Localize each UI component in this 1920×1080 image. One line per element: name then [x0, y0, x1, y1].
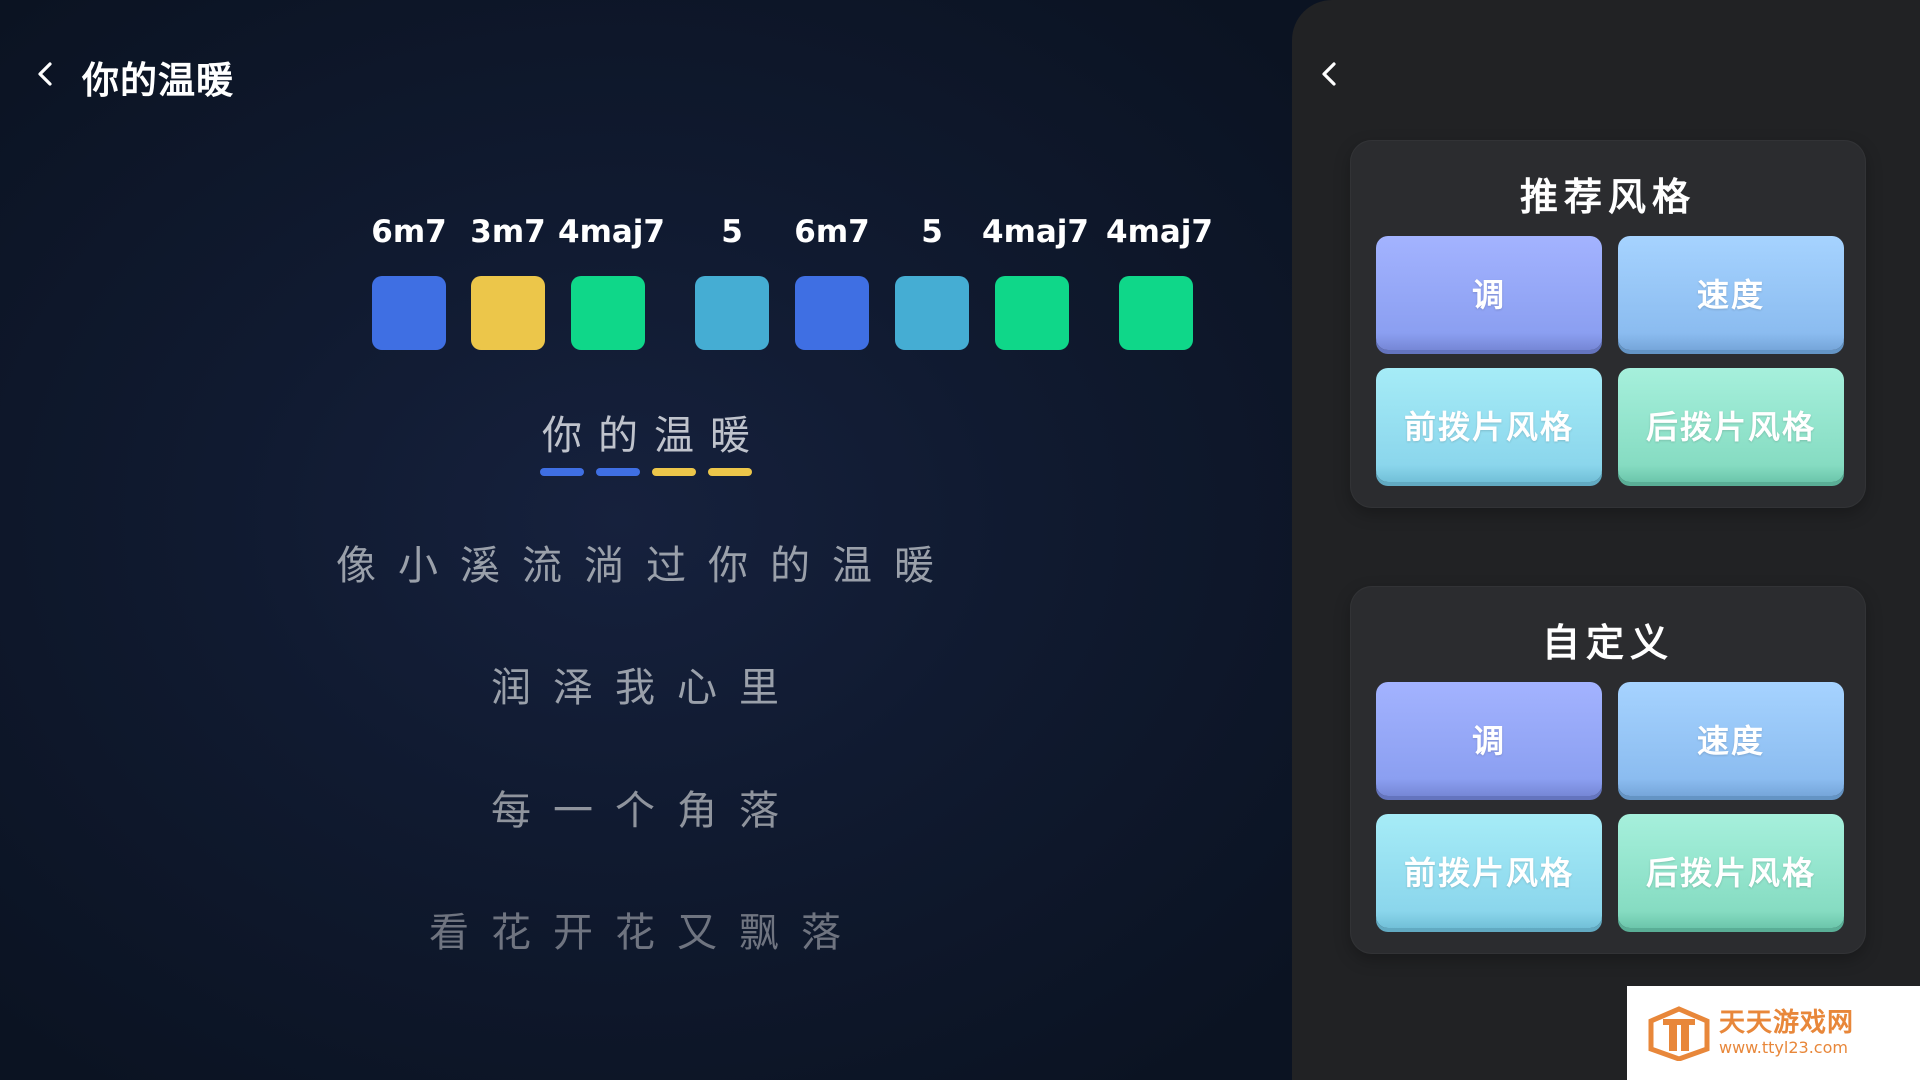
- chord-item: 4maj7: [1106, 210, 1213, 350]
- chord-pad[interactable]: [1119, 276, 1193, 350]
- speed-button[interactable]: 速度: [1618, 682, 1844, 796]
- site-logo-icon: [1648, 1006, 1710, 1061]
- chevron-left-icon: [1322, 62, 1336, 86]
- chevron-left-icon: [38, 62, 52, 86]
- collapse-panel-button[interactable]: [1312, 56, 1348, 92]
- chord-pad[interactable]: [995, 276, 1069, 350]
- chord-row: 6m7 3m7 4maj7 5 6m7 5 4maj7 4maj7: [0, 210, 1292, 350]
- chord-pad[interactable]: [695, 276, 769, 350]
- main-area: 你的温暖 6m7 3m7 4maj7 5 6m7 5 4maj7 4maj7 你的温暖 像小溪…: [0, 0, 1292, 1080]
- front-pick-style-button[interactable]: 前拨片风格: [1376, 368, 1602, 482]
- lyric-line: 像小溪流淌过你的温暖: [336, 543, 956, 589]
- back-button[interactable]: [28, 56, 64, 92]
- chord-item: 4maj7: [558, 210, 665, 350]
- style-side-panel: 推荐风格 调 速度 前拨片风格 后拨片风格 自定义 调 速度 前拨片风格 后拨片…: [1292, 0, 1920, 1080]
- chord-item: 5: [682, 210, 782, 350]
- song-title: 你的温暖: [82, 59, 234, 102]
- card-title: 自定义: [1541, 621, 1674, 665]
- lyric-char: 温: [652, 408, 696, 476]
- chord-pad[interactable]: [372, 276, 446, 350]
- back-pick-style-button[interactable]: 后拨片风格: [1618, 368, 1844, 482]
- chord-label: 4maj7: [982, 214, 1089, 250]
- front-pick-style-button[interactable]: 前拨片风格: [1376, 814, 1602, 928]
- key-button[interactable]: 调: [1376, 236, 1602, 350]
- lyric-line: 润泽我心里: [491, 665, 801, 711]
- lyric-line: 看花开花又飘落: [429, 910, 863, 956]
- chord-item: 5: [882, 210, 982, 350]
- key-button[interactable]: 调: [1376, 682, 1602, 796]
- chord-label: 6m7: [371, 214, 447, 250]
- watermark-url: www.ttyl23.com: [1719, 1038, 1848, 1057]
- watermark: 天天游戏网 www.ttyl23.com: [1627, 986, 1920, 1080]
- chord-underline: [540, 468, 584, 476]
- chord-label: 3m7: [470, 214, 546, 250]
- chord-pad[interactable]: [795, 276, 869, 350]
- lyric-char-text: 温: [654, 413, 694, 459]
- chord-label: 5: [921, 214, 943, 250]
- chord-item: 6m7: [782, 210, 882, 350]
- lyric-char: 暖: [708, 408, 752, 476]
- lyric-char: 你: [540, 408, 584, 476]
- current-lyric-line: 你的温暖: [0, 408, 1292, 476]
- back-pick-style-button[interactable]: 后拨片风格: [1618, 814, 1844, 928]
- lyric-char-text: 你: [542, 413, 582, 459]
- chord-underline: [596, 468, 640, 476]
- speed-button[interactable]: 速度: [1618, 236, 1844, 350]
- lyric-char-text: 暖: [710, 413, 750, 459]
- chord-pad[interactable]: [471, 276, 545, 350]
- lyric-char-text: 的: [598, 413, 638, 459]
- custom-style-card: 自定义 调 速度 前拨片风格 后拨片风格: [1350, 586, 1866, 954]
- chord-item: 4maj7: [982, 210, 1089, 350]
- chord-item: 3m7: [458, 210, 558, 350]
- chord-pad[interactable]: [571, 276, 645, 350]
- chord-label: 6m7: [794, 214, 870, 250]
- watermark-name: 天天游戏网: [1719, 1008, 1855, 1038]
- chord-label: 5: [721, 214, 743, 250]
- lyric-line: 每一个角落: [491, 788, 801, 834]
- chord-underline: [708, 468, 752, 476]
- card-title: 推荐风格: [1519, 175, 1696, 219]
- recommended-style-card: 推荐风格 调 速度 前拨片风格 后拨片风格: [1350, 140, 1866, 508]
- chord-label: 4maj7: [558, 214, 665, 250]
- lyric-char: 的: [596, 408, 640, 476]
- chord-item: 6m7: [359, 210, 459, 350]
- chord-underline: [652, 468, 696, 476]
- chord-label: 4maj7: [1106, 214, 1213, 250]
- chord-pad[interactable]: [895, 276, 969, 350]
